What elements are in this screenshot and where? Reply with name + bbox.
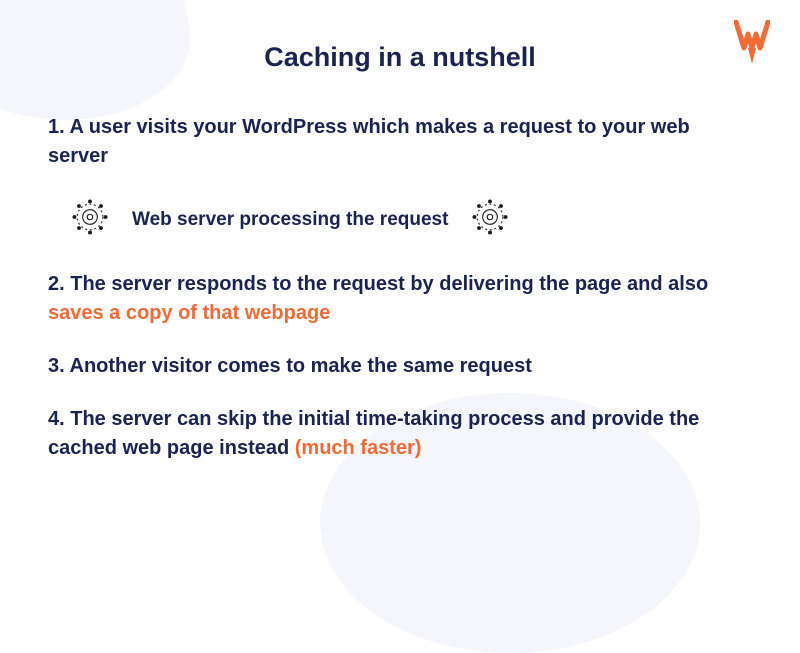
step-1: 1. A user visits your WordPress which ma…	[48, 113, 752, 171]
content-area: Caching in a nutshell 1. A user visits y…	[0, 0, 800, 517]
page-title: Caching in a nutshell	[48, 42, 752, 73]
gear-icon	[468, 195, 512, 244]
processing-label: Web server processing the request	[132, 209, 448, 231]
gear-icon	[68, 195, 112, 244]
step-2: 2. The server responds to the request by…	[48, 270, 752, 328]
wp-rocket-logo	[734, 20, 770, 71]
processing-row: Web server processing the request	[68, 195, 752, 244]
step-4-highlight: (much faster)	[295, 437, 422, 459]
step-4: 4. The server can skip the initial time-…	[48, 405, 752, 463]
step-2-text: 2. The server responds to the request by…	[48, 273, 708, 295]
step-3: 3. Another visitor comes to make the sam…	[48, 352, 752, 381]
step-2-highlight: saves a copy of that webpage	[48, 302, 330, 324]
